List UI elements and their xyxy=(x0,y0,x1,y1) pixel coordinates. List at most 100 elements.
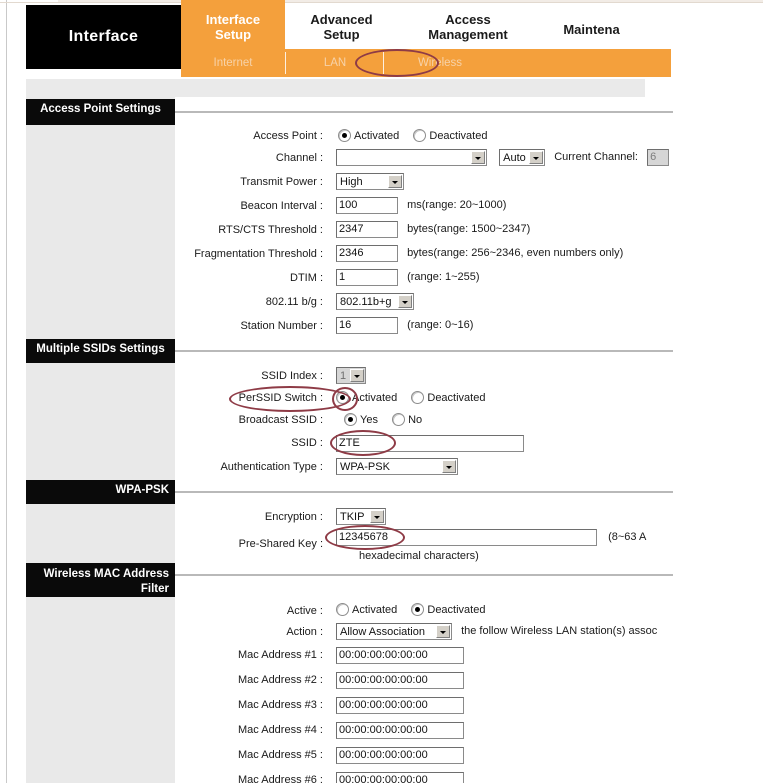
input-mac-address-4[interactable] xyxy=(336,722,464,739)
radio-broadcast-ssid-no[interactable] xyxy=(392,413,406,426)
input-mac-address-6[interactable] xyxy=(336,772,464,783)
input-ssid[interactable] xyxy=(336,435,524,452)
field-ssid xyxy=(336,435,524,452)
label-mac-filter-activated: Activated xyxy=(352,603,398,616)
section-rule-mac-filter xyxy=(175,574,673,576)
radio-access-point-activated[interactable] xyxy=(338,129,351,142)
current-channel-value xyxy=(647,149,670,167)
field-ssid-index: 1 xyxy=(336,367,366,384)
hint-dtim: (range: 1~255) xyxy=(407,271,480,283)
label-perssid-deactivated: Deactivated xyxy=(427,391,486,404)
label-transmit-power: Transmit Power : xyxy=(240,176,323,188)
field-dtim: (range: 1~255) xyxy=(336,269,480,286)
tab-interface-setup[interactable]: Interface Setup xyxy=(181,5,285,49)
brand-title: Interface xyxy=(68,28,139,45)
label-current-channel: Current Channel: xyxy=(554,151,638,164)
label-mac-address-3: Mac Address #3 : xyxy=(238,699,323,711)
label-channel: Channel : xyxy=(275,152,323,164)
tab-advanced-setup-line1: Advanced xyxy=(310,12,373,27)
router-config-page: Interface Interface Setup Advanced Setup… xyxy=(0,0,763,783)
field-encryption: TKIP xyxy=(336,508,386,525)
section-header-access-point: Access Point Settings xyxy=(26,99,175,125)
select-80211-bg[interactable]: 802.11b+g xyxy=(336,293,414,310)
select-ssid-index[interactable]: 1 xyxy=(336,367,366,384)
radio-access-point-deactivated[interactable] xyxy=(413,129,427,142)
label-mac-address-5: Mac Address #5 : xyxy=(238,749,323,761)
input-station-number[interactable] xyxy=(336,317,398,334)
label-fragmentation-threshold: Fragmentation Threshold : xyxy=(194,248,323,260)
hint-station-number: (range: 0~16) xyxy=(407,319,474,331)
hint-pre-shared-key-line2: hexadecimal characters) xyxy=(359,550,479,562)
select-channel-mode-value: Auto xyxy=(503,152,526,164)
field-pre-shared-key: (8~63 A xyxy=(336,529,646,546)
label-mac-filter-deactivated: Deactivated xyxy=(427,603,486,616)
field-rts-cts-threshold: bytes(range: 1500~2347) xyxy=(336,221,530,238)
field-80211-bg: 802.11b+g xyxy=(336,293,414,310)
tab-maintenance-label: Maintena xyxy=(563,22,620,37)
label-mac-address-4: Mac Address #4 : xyxy=(238,724,323,736)
field-station-number: (range: 0~16) xyxy=(336,317,473,334)
select-authentication-type[interactable]: WPA-PSK xyxy=(336,458,458,475)
select-channel-mode[interactable]: Auto xyxy=(499,149,546,166)
input-beacon-interval[interactable] xyxy=(336,197,398,214)
select-encryption[interactable]: TKIP xyxy=(336,508,386,525)
label-station-number: Station Number : xyxy=(240,320,323,332)
input-mac-address-5[interactable] xyxy=(336,747,464,764)
field-authentication-type: WPA-PSK xyxy=(336,458,458,475)
chevron-down-icon xyxy=(370,510,384,523)
field-mac-address-3 xyxy=(336,697,464,714)
tab-interface-setup-line1: Interface xyxy=(205,12,261,27)
input-fragmentation-threshold[interactable] xyxy=(336,245,398,262)
label-access-point-activated: Activated xyxy=(354,129,400,142)
chevron-down-icon xyxy=(471,151,485,164)
select-mac-filter-action[interactable]: Allow Association xyxy=(336,623,452,640)
select-encryption-value: TKIP xyxy=(340,511,365,523)
radio-broadcast-ssid-yes[interactable] xyxy=(344,413,357,426)
section-rule-multiple-ssids xyxy=(175,350,673,352)
label-rts-cts-threshold: RTS/CTS Threshold : xyxy=(218,224,323,236)
hint-mac-filter-action: the follow Wireless LAN station(s) assoc xyxy=(461,625,658,638)
input-mac-address-2[interactable] xyxy=(336,672,464,689)
hint-rts-cts-threshold: bytes(range: 1500~2347) xyxy=(407,223,531,235)
label-80211-bg: 802.11 b/g : xyxy=(265,296,323,308)
label-access-point-deactivated: Deactivated xyxy=(429,129,488,142)
select-transmit-power[interactable]: High xyxy=(336,173,404,190)
select-authentication-type-value: WPA-PSK xyxy=(340,461,390,473)
section-header-mac-filter-line1: Wireless MAC Address xyxy=(43,568,169,580)
field-access-point-radios: Activated Deactivated xyxy=(338,129,487,142)
radio-perssid-activated[interactable] xyxy=(336,391,349,404)
select-mac-filter-action-value: Allow Association xyxy=(340,626,425,638)
select-channel[interactable] xyxy=(336,149,487,166)
input-mac-address-1[interactable] xyxy=(336,647,464,664)
subtab-internet[interactable]: Internet xyxy=(181,49,285,77)
field-mac-address-5 xyxy=(336,747,464,764)
radio-perssid-deactivated[interactable] xyxy=(411,391,425,404)
subtab-lan[interactable]: LAN xyxy=(287,49,383,77)
chevron-down-icon xyxy=(442,460,456,473)
chevron-down-icon xyxy=(436,625,450,638)
subtab-wireless[interactable]: Wireless xyxy=(385,49,495,77)
radio-mac-filter-activated[interactable] xyxy=(336,603,349,616)
input-pre-shared-key[interactable] xyxy=(336,529,597,546)
hint-pre-shared-key-line1: (8~63 A xyxy=(608,531,647,543)
field-mac-filter-active-radios: Activated Deactivated xyxy=(336,603,485,616)
label-mac-filter-active: Active : xyxy=(286,605,323,617)
tab-maintenance[interactable]: Maintena xyxy=(538,5,645,49)
field-transmit-power: High xyxy=(336,173,404,190)
label-ssid-index: SSID Index : xyxy=(261,370,323,382)
tab-access-management[interactable]: Access Management xyxy=(398,5,538,49)
section-rule-access-point xyxy=(175,111,673,113)
label-beacon-interval: Beacon Interval : xyxy=(240,200,323,212)
input-mac-address-3[interactable] xyxy=(336,697,464,714)
radio-mac-filter-deactivated[interactable] xyxy=(411,603,425,616)
input-rts-cts-threshold[interactable] xyxy=(336,221,398,238)
label-authentication-type: Authentication Type : xyxy=(220,461,323,473)
field-mac-filter-action: Allow Association the follow Wireless LA… xyxy=(336,623,657,640)
main-tab-bar: Interface Setup Advanced Setup Access Ma… xyxy=(181,0,645,49)
input-dtim[interactable] xyxy=(336,269,398,286)
tab-advanced-setup[interactable]: Advanced Setup xyxy=(285,5,398,49)
page-border-top xyxy=(0,2,763,3)
chevron-down-icon xyxy=(529,151,544,164)
field-fragmentation-threshold: bytes(range: 256~2346, even numbers only… xyxy=(336,245,623,262)
select-ssid-index-value: 1 xyxy=(340,370,347,382)
